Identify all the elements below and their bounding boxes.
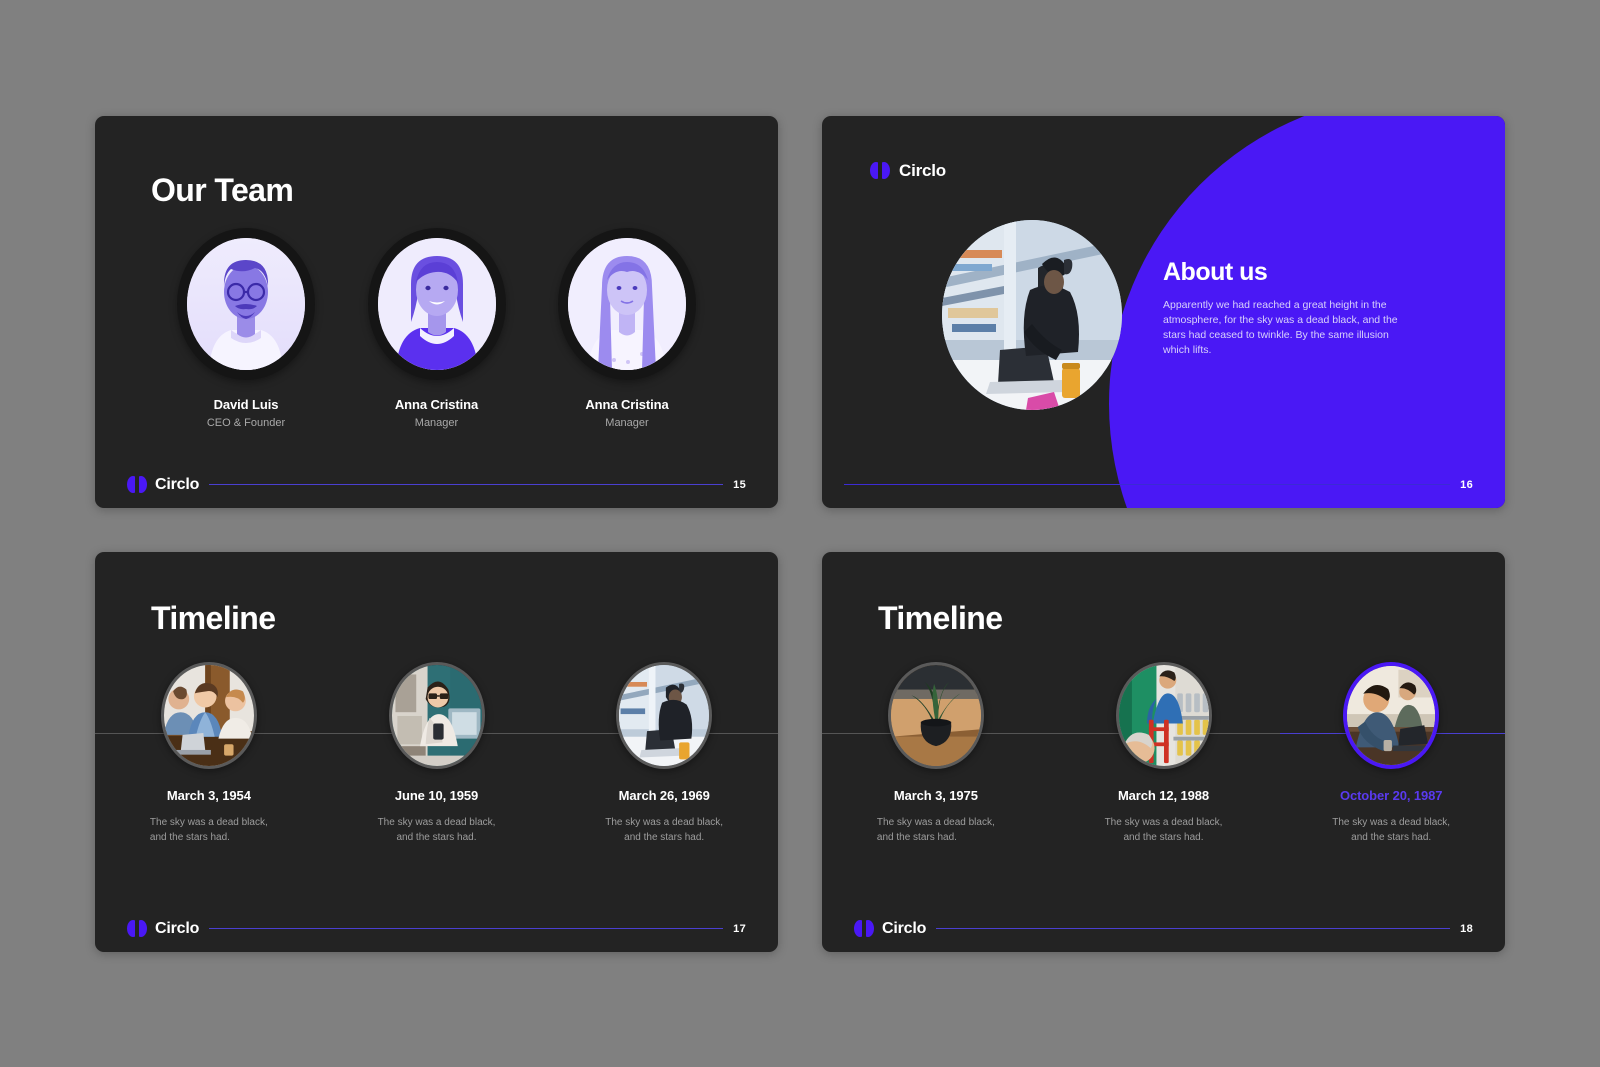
timeline-description: The sky was a dead black, and the stars …: [605, 816, 724, 843]
about-photo: [942, 219, 1122, 410]
timeline-date: March 26, 1969: [618, 787, 710, 803]
circlo-logo-icon: [127, 476, 147, 493]
slide-footer: Circlo 18: [822, 906, 1505, 952]
timeline-photo: [1115, 661, 1212, 769]
brand-logo[interactable]: Circlo: [844, 920, 936, 938]
footer-divider: [209, 484, 724, 485]
photo-woman-phone-desk-icon: [391, 664, 482, 766]
footer-divider: [209, 928, 724, 929]
page-number: 18: [1460, 922, 1473, 935]
photo-woman-laptop-window-icon: [619, 664, 710, 766]
timeline-event[interactable]: March 26, 1969 The sky was a dead black,…: [550, 661, 778, 892]
slide-footer: Circlo 17: [95, 906, 778, 952]
team-member-role: Manager: [605, 416, 649, 429]
photo-team-meeting-icon: [163, 664, 254, 766]
page-title: About us: [1163, 257, 1268, 286]
timeline-event-active[interactable]: October 20, 1987 The sky was a dead blac…: [1277, 661, 1505, 892]
slide-about-us[interactable]: Circlo About us Apparently we had reache…: [822, 115, 1505, 508]
timeline: March 3, 1954 The sky was a dead black, …: [95, 661, 778, 892]
slide-timeline-2[interactable]: Timeline March 3, 1975 The sky was a dea…: [822, 551, 1505, 952]
team-member-card[interactable]: David Luis CEO & Founder: [151, 227, 341, 429]
footer-divider: [844, 484, 1451, 485]
about-body-text: Apparently we had reached a great height…: [1163, 298, 1398, 357]
timeline-photo: [1343, 661, 1440, 769]
avatar: [377, 237, 496, 370]
timeline-description: The sky was a dead black, and the stars …: [876, 816, 995, 843]
timeline-date: March 3, 1954: [166, 787, 251, 803]
slide-deck: Our Team David Luis CEO & Founder Anna C…: [0, 0, 1600, 1067]
portrait-woman-short-hair-icon: [377, 237, 496, 370]
timeline-photo: [160, 661, 257, 769]
page-number: 17: [733, 922, 746, 935]
timeline-description: The sky was a dead black, and the stars …: [1332, 816, 1451, 843]
circlo-logo-icon: [854, 920, 874, 937]
page-number: 16: [1460, 478, 1473, 491]
photo-woman-laptop-window-icon: [942, 219, 1122, 410]
team-member-role: CEO & Founder: [206, 416, 286, 429]
timeline: March 3, 1975 The sky was a dead black, …: [822, 661, 1505, 892]
brand-name: Circlo: [899, 160, 946, 180]
brand-name: Circlo: [882, 919, 927, 937]
brand-name: Circlo: [155, 475, 200, 493]
brand-logo[interactable]: Circlo: [870, 161, 946, 181]
team-member-name: David Luis: [213, 396, 279, 412]
timeline-photo: [887, 661, 984, 769]
photo-plant-pot-table-icon: [890, 664, 981, 766]
team-member-role: Manager: [414, 416, 459, 429]
avatar-ring: [367, 227, 506, 380]
about-text-block: About us Apparently we had reached a gre…: [1163, 258, 1403, 359]
team-member-name: Anna Cristina: [394, 396, 479, 412]
timeline-event[interactable]: March 12, 1988 The sky was a dead black,…: [1050, 661, 1278, 892]
avatar: [187, 237, 305, 370]
brand-logo[interactable]: Circlo: [117, 920, 209, 938]
team-member-card[interactable]: Anna Cristina Manager: [342, 227, 532, 429]
timeline-date: June 10, 1959: [394, 787, 479, 803]
timeline-photo: [388, 661, 485, 769]
page-title: Our Team: [151, 171, 294, 208]
slide-footer: 16: [822, 462, 1505, 508]
team-member-card[interactable]: Anna Cristina Manager: [532, 227, 722, 429]
avatar-ring: [177, 227, 315, 380]
photo-store-shelves-icon: [1118, 664, 1209, 766]
timeline-event[interactable]: June 10, 1959 The sky was a dead black, …: [323, 661, 551, 892]
team-member-list: David Luis CEO & Founder Anna Cristina M…: [151, 227, 722, 429]
timeline-photo: [616, 661, 713, 769]
portrait-woman-long-hair-icon: [568, 237, 686, 370]
slide-footer: Circlo 15: [95, 462, 778, 508]
footer-divider: [936, 928, 1451, 929]
avatar-ring: [558, 227, 696, 380]
timeline-date: March 12, 1988: [1117, 787, 1210, 803]
brand-name: Circlo: [155, 919, 200, 937]
timeline-description: The sky was a dead black, and the stars …: [1104, 816, 1223, 843]
avatar: [568, 237, 686, 370]
timeline-description: The sky was a dead black, and the stars …: [377, 816, 496, 843]
timeline-date: October 20, 1987: [1339, 787, 1443, 803]
team-member-name: Anna Cristina: [585, 396, 669, 412]
slide-our-team[interactable]: Our Team David Luis CEO & Founder Anna C…: [95, 115, 778, 508]
page-number: 15: [733, 478, 746, 491]
photo-men-at-desk-icon: [1347, 665, 1436, 765]
timeline-date: March 3, 1975: [893, 787, 978, 803]
page-title: Timeline: [151, 599, 276, 636]
portrait-man-glasses-icon: [187, 237, 305, 370]
brand-logo[interactable]: Circlo: [117, 476, 209, 494]
circlo-logo-icon: [127, 920, 147, 937]
timeline-event[interactable]: March 3, 1975 The sky was a dead black, …: [822, 661, 1050, 892]
circlo-logo-icon: [870, 162, 890, 179]
timeline-event[interactable]: March 3, 1954 The sky was a dead black, …: [95, 661, 323, 892]
timeline-description: The sky was a dead black, and the stars …: [149, 816, 268, 843]
page-title: Timeline: [878, 599, 1003, 636]
slide-timeline-1[interactable]: Timeline March 3, 1954 The sky was a dea…: [95, 551, 778, 952]
